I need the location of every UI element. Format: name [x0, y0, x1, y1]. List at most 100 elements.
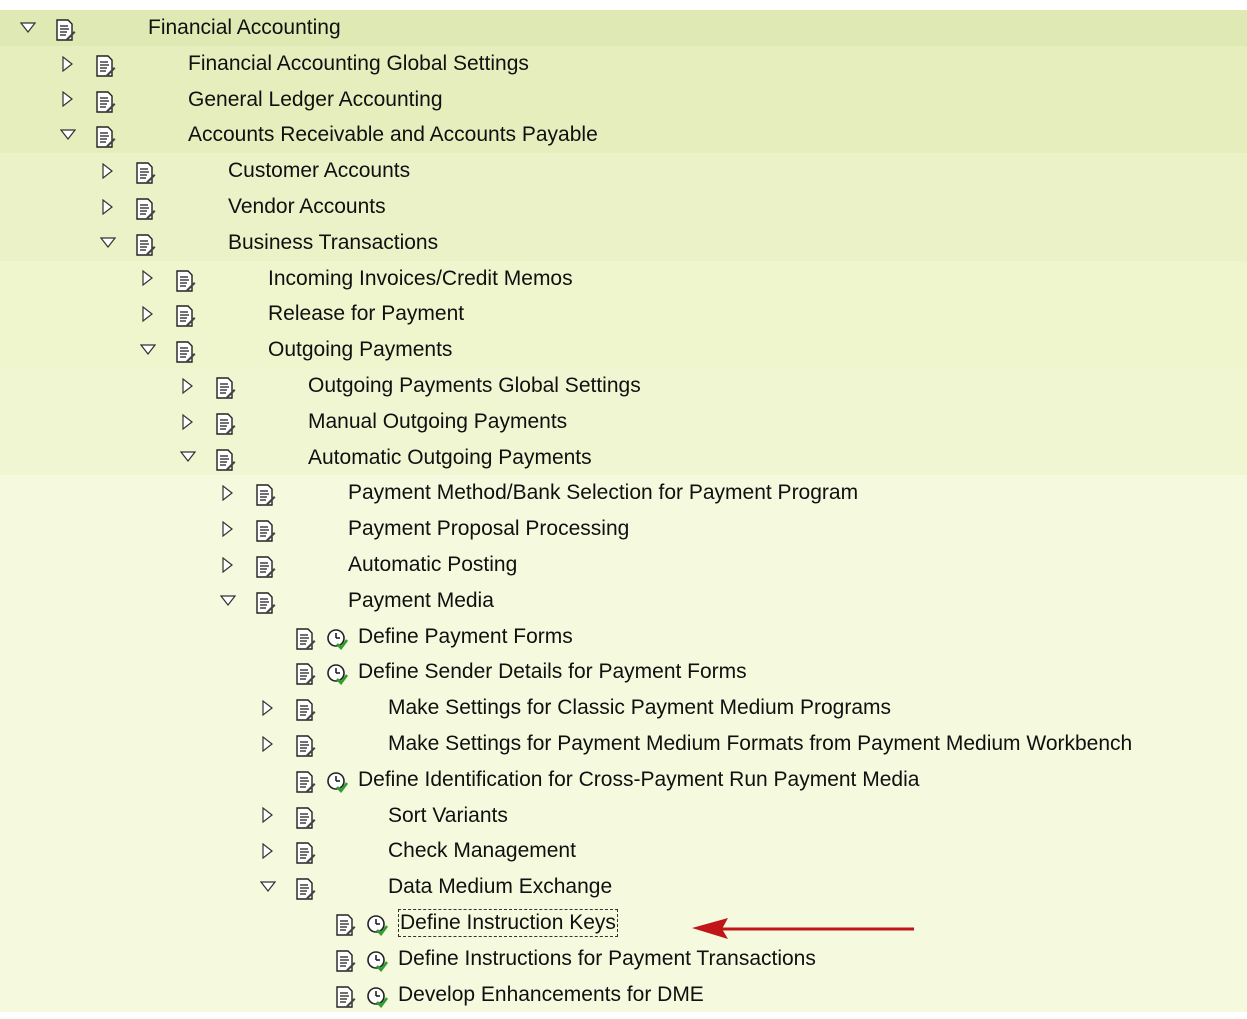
tree-node-label[interactable]: Business Transactions: [228, 225, 438, 261]
tree-node-label[interactable]: Financial Accounting Global Settings: [188, 46, 529, 82]
document-icon[interactable]: [254, 518, 276, 542]
tree-node[interactable]: Payment Method/Bank Selection for Paymen…: [0, 475, 1247, 512]
document-icon[interactable]: [294, 840, 316, 865]
document-icon[interactable]: [294, 876, 316, 900]
tree-node[interactable]: General Ledger Accounting: [0, 81, 1247, 118]
expanded-triangle-icon[interactable]: [180, 440, 196, 476]
collapsed-triangle-icon[interactable]: [260, 690, 276, 726]
tree-node-label[interactable]: Make Settings for Classic Payment Medium…: [388, 690, 891, 726]
tree-node[interactable]: Define Instructions for Payment Transact…: [0, 940, 1247, 977]
execute-activity-icon[interactable]: [366, 912, 389, 936]
document-icon[interactable]: [254, 482, 276, 507]
document-icon[interactable]: [294, 769, 316, 793]
document-icon[interactable]: [174, 268, 196, 292]
document-icon[interactable]: [94, 53, 116, 77]
collapsed-triangle-icon[interactable]: [180, 404, 196, 440]
tree-node[interactable]: Define Instruction Keys: [0, 904, 1247, 941]
tree-node[interactable]: Accounts Receivable and Accounts Payable: [0, 117, 1247, 154]
tree-node-label[interactable]: Data Medium Exchange: [388, 869, 612, 905]
tree-node-label[interactable]: Define Payment Forms: [358, 619, 573, 655]
tree-node-label[interactable]: Customer Accounts: [228, 153, 410, 189]
tree-node[interactable]: Financial Accounting: [0, 10, 1247, 46]
tree-node-label[interactable]: Define Instruction Keys: [398, 908, 618, 937]
document-icon[interactable]: [254, 554, 276, 578]
document-icon[interactable]: [334, 912, 356, 936]
tree-node[interactable]: Outgoing Payments Global Settings: [0, 367, 1247, 404]
tree-node-label[interactable]: Make Settings for Payment Medium Formats…: [388, 726, 1132, 762]
expanded-triangle-icon[interactable]: [140, 332, 156, 368]
execute-activity-icon[interactable]: [366, 948, 389, 972]
tree-node-label[interactable]: Manual Outgoing Payments: [308, 404, 567, 440]
tree-node-label[interactable]: Incoming Invoices/Credit Memos: [268, 261, 573, 297]
tree-node[interactable]: Payment Proposal Processing: [0, 511, 1247, 547]
document-icon[interactable]: [134, 196, 156, 220]
document-icon[interactable]: [214, 447, 236, 471]
tree-node[interactable]: Define Identification for Cross-Payment …: [0, 761, 1247, 798]
tree-node[interactable]: Manual Outgoing Payments: [0, 403, 1247, 440]
document-icon[interactable]: [214, 375, 236, 399]
tree-node-label[interactable]: Release for Payment: [268, 296, 464, 332]
document-icon[interactable]: [294, 626, 316, 650]
tree-node-label[interactable]: Payment Method/Bank Selection for Paymen…: [348, 475, 858, 511]
document-icon[interactable]: [214, 411, 236, 435]
document-icon[interactable]: [94, 89, 116, 113]
tree-node[interactable]: Make Settings for Classic Payment Medium…: [0, 690, 1247, 726]
tree-node-label[interactable]: Define Identification for Cross-Payment …: [358, 762, 919, 798]
tree-node[interactable]: Define Sender Details for Payment Forms: [0, 654, 1247, 691]
tree-node-label[interactable]: Define Instructions for Payment Transact…: [398, 941, 816, 977]
document-icon[interactable]: [254, 590, 276, 614]
tree-node-label[interactable]: Payment Proposal Processing: [348, 511, 629, 547]
tree-node-label[interactable]: Sort Variants: [388, 798, 508, 834]
tree-node-label[interactable]: Financial Accounting: [148, 10, 341, 46]
execute-activity-icon[interactable]: [326, 661, 349, 686]
collapsed-triangle-icon[interactable]: [140, 296, 156, 332]
tree-node-label[interactable]: Vendor Accounts: [228, 189, 386, 225]
collapsed-triangle-icon[interactable]: [260, 798, 276, 834]
collapsed-triangle-icon[interactable]: [100, 153, 116, 189]
collapsed-triangle-icon[interactable]: [220, 547, 236, 583]
document-icon[interactable]: [174, 339, 196, 363]
expanded-triangle-icon[interactable]: [100, 225, 116, 261]
collapsed-triangle-icon[interactable]: [140, 261, 156, 297]
tree-node-label[interactable]: Define Sender Details for Payment Forms: [358, 654, 747, 690]
tree-node[interactable]: Incoming Invoices/Credit Memos: [0, 260, 1247, 297]
tree-node[interactable]: Automatic Posting: [0, 546, 1247, 583]
tree-node-label[interactable]: Develop Enhancements for DME: [398, 977, 704, 1013]
tree-node[interactable]: Data Medium Exchange: [0, 869, 1247, 905]
document-icon[interactable]: [294, 805, 316, 829]
collapsed-triangle-icon[interactable]: [260, 833, 276, 869]
tree-node-label[interactable]: Automatic Posting: [348, 547, 517, 583]
tree-node-label[interactable]: Check Management: [388, 833, 576, 869]
tree-node[interactable]: Financial Accounting Global Settings: [0, 45, 1247, 82]
tree-node[interactable]: Customer Accounts: [0, 153, 1247, 189]
tree-node[interactable]: Develop Enhancements for DME: [0, 976, 1247, 1013]
tree-node[interactable]: Automatic Outgoing Payments: [0, 439, 1247, 476]
expanded-triangle-icon[interactable]: [260, 869, 276, 905]
tree-node[interactable]: Release for Payment: [0, 296, 1247, 333]
tree-node[interactable]: Check Management: [0, 833, 1247, 870]
document-icon[interactable]: [294, 661, 316, 686]
document-icon[interactable]: [94, 124, 116, 149]
document-icon[interactable]: [134, 232, 156, 256]
tree-node-label[interactable]: Accounts Receivable and Accounts Payable: [188, 117, 598, 153]
tree-node[interactable]: Vendor Accounts: [0, 188, 1247, 225]
execute-activity-icon[interactable]: [326, 626, 349, 650]
tree-node[interactable]: Business Transactions: [0, 224, 1247, 261]
tree-node-label[interactable]: Outgoing Payments: [268, 332, 452, 368]
tree-node-label[interactable]: General Ledger Accounting: [188, 82, 443, 118]
collapsed-triangle-icon[interactable]: [60, 46, 76, 82]
tree-node-label[interactable]: Payment Media: [348, 583, 494, 619]
collapsed-triangle-icon[interactable]: [260, 726, 276, 762]
tree-node-label[interactable]: Outgoing Payments Global Settings: [308, 368, 641, 404]
collapsed-triangle-icon[interactable]: [220, 475, 236, 511]
document-icon[interactable]: [134, 160, 156, 184]
tree-node[interactable]: Payment Media: [0, 582, 1247, 619]
document-icon[interactable]: [294, 697, 316, 721]
document-icon[interactable]: [174, 303, 196, 328]
tree-node-label[interactable]: Automatic Outgoing Payments: [308, 440, 592, 476]
execute-activity-icon[interactable]: [326, 769, 349, 793]
collapsed-triangle-icon[interactable]: [100, 189, 116, 225]
expanded-triangle-icon[interactable]: [20, 10, 36, 46]
tree-node[interactable]: Define Payment Forms: [0, 618, 1247, 655]
expanded-triangle-icon[interactable]: [220, 583, 236, 619]
